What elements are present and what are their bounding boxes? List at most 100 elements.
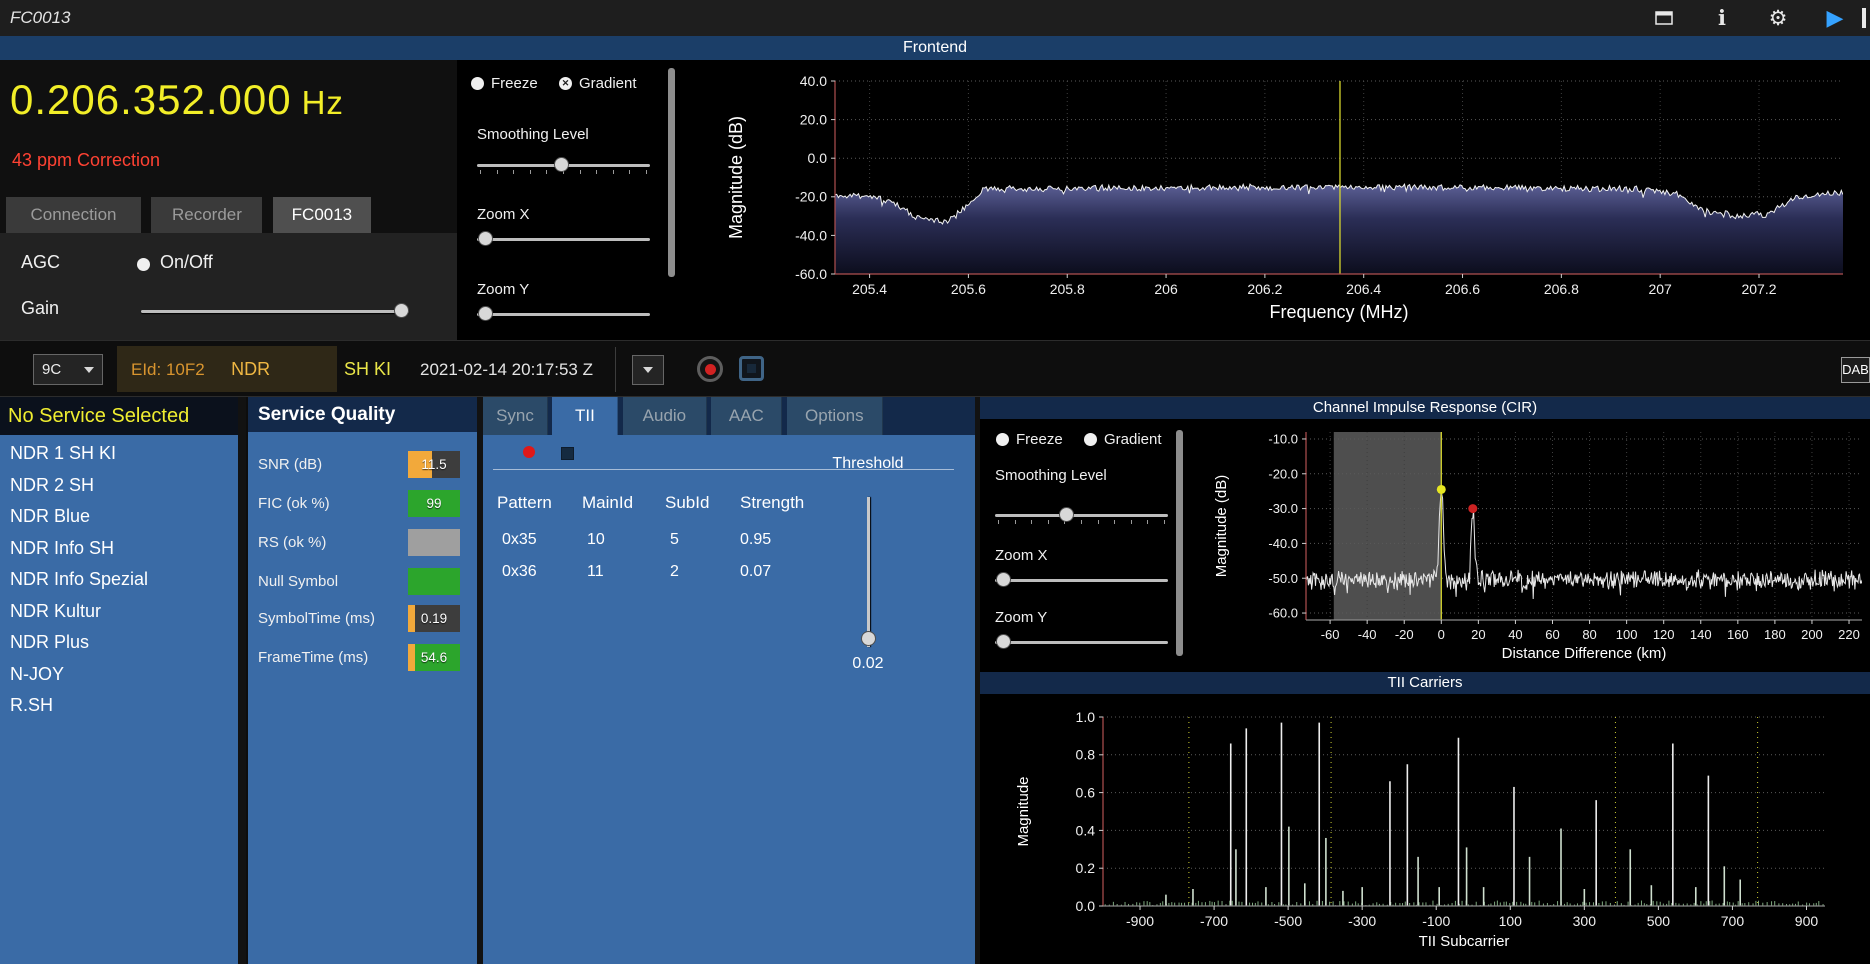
svg-text:-50.0: -50.0 bbox=[1268, 571, 1298, 586]
service-item[interactable]: NDR Blue bbox=[0, 501, 238, 533]
svg-text:207.2: 207.2 bbox=[1741, 281, 1776, 297]
service-item[interactable]: NDR Kultur bbox=[0, 596, 238, 628]
dab-mode-badge[interactable]: DAB bbox=[1841, 357, 1870, 383]
ensemble-name-primary: NDR bbox=[231, 359, 271, 379]
services-scrollbar[interactable] bbox=[238, 397, 246, 964]
stop-button[interactable] bbox=[739, 356, 764, 381]
frequency-value: 0.206.352.000 bbox=[10, 76, 292, 123]
tab-audio[interactable]: Audio bbox=[622, 397, 707, 435]
ensemble-id-box: EId: 10F2 NDR bbox=[117, 346, 337, 392]
tii-plot[interactable]: -900 -700 -500 -300 -100 100 300 500 700 900 1.0 0.… bbox=[980, 694, 1870, 964]
svg-text:80: 80 bbox=[1582, 627, 1596, 642]
spectrum-smoothing-slider[interactable] bbox=[477, 157, 650, 175]
svg-text:1.0: 1.0 bbox=[1076, 709, 1096, 725]
svg-text:206.8: 206.8 bbox=[1544, 281, 1579, 297]
spectrum-zoomy-slider[interactable] bbox=[477, 306, 650, 324]
cir-freeze-radio[interactable] bbox=[996, 433, 1009, 446]
spectrum-zoomx-label: Zoom X bbox=[477, 206, 530, 223]
svg-text:205.4: 205.4 bbox=[852, 281, 887, 297]
spectrum-gradient-radio[interactable]: ✕ bbox=[559, 77, 572, 90]
record-source-dropdown[interactable] bbox=[632, 355, 664, 385]
svg-text:Distance Difference (km): Distance Difference (km) bbox=[1502, 645, 1667, 662]
tuner-tabs: Connection Recorder FC0013 bbox=[6, 197, 377, 233]
svg-text:160: 160 bbox=[1727, 627, 1749, 642]
svg-text:0.6: 0.6 bbox=[1076, 785, 1096, 801]
cir-controls-scrollbar[interactable] bbox=[1176, 430, 1183, 656]
divider bbox=[615, 347, 616, 392]
svg-text:Magnitude (dB): Magnitude (dB) bbox=[1213, 475, 1230, 578]
svg-text:-100: -100 bbox=[1422, 913, 1450, 929]
tab-options[interactable]: Options bbox=[786, 397, 883, 435]
tii-stop-indicator[interactable] bbox=[561, 447, 574, 460]
svg-text:20: 20 bbox=[1471, 627, 1485, 642]
service-item[interactable]: NDR Info Spezial bbox=[0, 564, 238, 596]
svg-text:180: 180 bbox=[1764, 627, 1786, 642]
agc-radio[interactable] bbox=[137, 258, 150, 271]
service-item[interactable]: NDR 2 SH bbox=[0, 470, 238, 502]
tii-carriers-header: TII Carriers bbox=[980, 672, 1870, 694]
spectrum-zoomx-slider[interactable] bbox=[477, 231, 650, 249]
channel-select[interactable]: 9C bbox=[33, 354, 103, 385]
gear-icon[interactable]: ⚙ bbox=[1763, 5, 1793, 31]
service-item[interactable]: R.SH bbox=[0, 690, 238, 722]
threshold-label: Threshold bbox=[832, 455, 904, 472]
svg-text:100: 100 bbox=[1616, 627, 1638, 642]
service-quality-header: Service Quality bbox=[248, 397, 477, 432]
cir-controls: Freeze Gradient Smoothing Level Zoom X Z… bbox=[980, 419, 1190, 672]
cir-zoomy-slider[interactable] bbox=[995, 634, 1168, 652]
spectrum-plot[interactable]: 205.4 205.6 205.8 206 206.2 206.4 206.6 206.8 20… bbox=[690, 60, 1870, 340]
svg-text:207: 207 bbox=[1648, 281, 1672, 297]
svg-text:100: 100 bbox=[1499, 913, 1523, 929]
details-tab-bar: Sync TII Audio AAC Options bbox=[483, 397, 975, 435]
service-item[interactable]: NDR 1 SH KI bbox=[0, 438, 238, 470]
cir-gradient-radio[interactable] bbox=[1084, 433, 1097, 446]
tab-recorder[interactable]: Recorder bbox=[151, 197, 263, 233]
edge-icon-fragment bbox=[1862, 8, 1866, 28]
svg-text:-20.0: -20.0 bbox=[795, 189, 827, 205]
svg-text:200: 200 bbox=[1801, 627, 1823, 642]
svg-text:206.2: 206.2 bbox=[1247, 281, 1282, 297]
tab-tii[interactable]: TII bbox=[552, 397, 619, 435]
tuner-tab-content: AGC On/Off Gain bbox=[0, 233, 457, 340]
cir-smoothing-label: Smoothing Level bbox=[995, 467, 1107, 484]
service-quality-panel: Service Quality SNR (dB) 11.5 FIC (ok %)… bbox=[248, 397, 477, 964]
svg-text:206.6: 206.6 bbox=[1445, 281, 1480, 297]
record-button[interactable] bbox=[697, 356, 723, 382]
gain-slider[interactable] bbox=[141, 303, 409, 321]
tab-fc0013[interactable]: FC0013 bbox=[272, 197, 371, 233]
cir-zoomy-label: Zoom Y bbox=[995, 609, 1048, 626]
spectrum-freeze-radio[interactable] bbox=[471, 77, 484, 90]
svg-text:120: 120 bbox=[1653, 627, 1675, 642]
svg-text:500: 500 bbox=[1647, 913, 1671, 929]
svg-text:-300: -300 bbox=[1348, 913, 1376, 929]
details-panel: Sync TII Audio AAC Options Pattern MainI… bbox=[483, 397, 975, 964]
tab-sync[interactable]: Sync bbox=[483, 397, 548, 435]
svg-text:-20: -20 bbox=[1395, 627, 1414, 642]
service-item[interactable]: NDR Info SH bbox=[0, 533, 238, 565]
threshold-slider-track[interactable] bbox=[867, 497, 870, 647]
threshold-slider-handle[interactable] bbox=[861, 631, 876, 646]
spectrum-gradient-label: Gradient bbox=[579, 75, 637, 92]
service-item[interactable]: NDR Plus bbox=[0, 627, 238, 659]
window-restore-icon[interactable] bbox=[1649, 5, 1679, 31]
cir-freeze-label: Freeze bbox=[1016, 431, 1063, 448]
no-service-selected-label: No Service Selected bbox=[0, 397, 238, 435]
quality-bar-symboltime: 0.19 bbox=[408, 605, 460, 632]
service-item[interactable]: N-JOY bbox=[0, 659, 238, 691]
spectrum-smoothing-label: Smoothing Level bbox=[477, 126, 589, 143]
tab-aac[interactable]: AAC bbox=[711, 397, 783, 435]
cir-smoothing-slider[interactable] bbox=[995, 507, 1168, 525]
play-icon[interactable]: ▶ bbox=[1820, 5, 1850, 31]
service-list: NDR 1 SH KI NDR 2 SH NDR Blue NDR Info S… bbox=[0, 438, 238, 722]
quality-bar-null-symbol bbox=[408, 568, 460, 595]
info-icon[interactable]: ℹ bbox=[1707, 5, 1737, 31]
quality-bar-snr: 11.5 bbox=[408, 451, 460, 478]
tii-record-indicator[interactable] bbox=[523, 446, 535, 458]
cir-plot[interactable]: -60 -40 -20 0 20 40 60 80 100 120 140 160 180 200 220 -… bbox=[1190, 420, 1870, 672]
cir-zoomx-slider[interactable] bbox=[995, 572, 1168, 590]
quality-label-frametime: FrameTime (ms) bbox=[258, 649, 369, 666]
tab-connection[interactable]: Connection bbox=[6, 197, 141, 233]
svg-text:-900: -900 bbox=[1126, 913, 1154, 929]
svg-text:TII Subcarrier: TII Subcarrier bbox=[1419, 933, 1510, 950]
spectrum-controls-scrollbar[interactable] bbox=[668, 68, 675, 277]
